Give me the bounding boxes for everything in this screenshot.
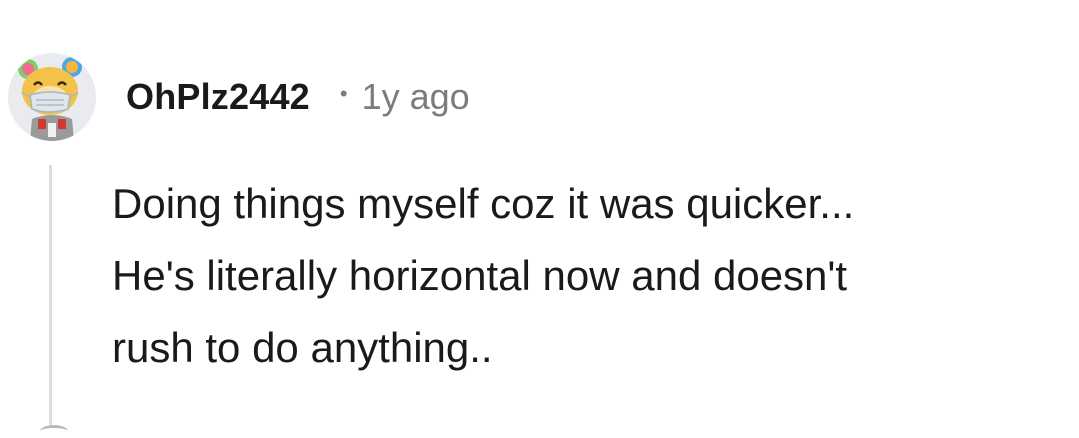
comment-body: Doing things myself coz it was quicker..… [112, 168, 1062, 384]
comment-body-line: Doing things myself coz it was quicker..… [112, 180, 855, 227]
comment: OhPlz2442 • 1y ago Doing things myself c… [0, 0, 1079, 432]
comment-body-line: rush to do anything.. [112, 324, 493, 371]
snoo-avatar-masked-bear-icon [18, 57, 82, 141]
thread-line[interactable] [49, 165, 52, 425]
username-link[interactable]: OhPlz2442 [126, 76, 310, 118]
comment-timestamp: 1y ago [361, 76, 470, 117]
user-avatar[interactable] [8, 53, 96, 141]
meta-separator: • [339, 81, 348, 106]
comment-header: OhPlz2442 • 1y ago [8, 52, 470, 142]
comment-body-line: He's literally horizontal now and doesn'… [112, 252, 848, 299]
